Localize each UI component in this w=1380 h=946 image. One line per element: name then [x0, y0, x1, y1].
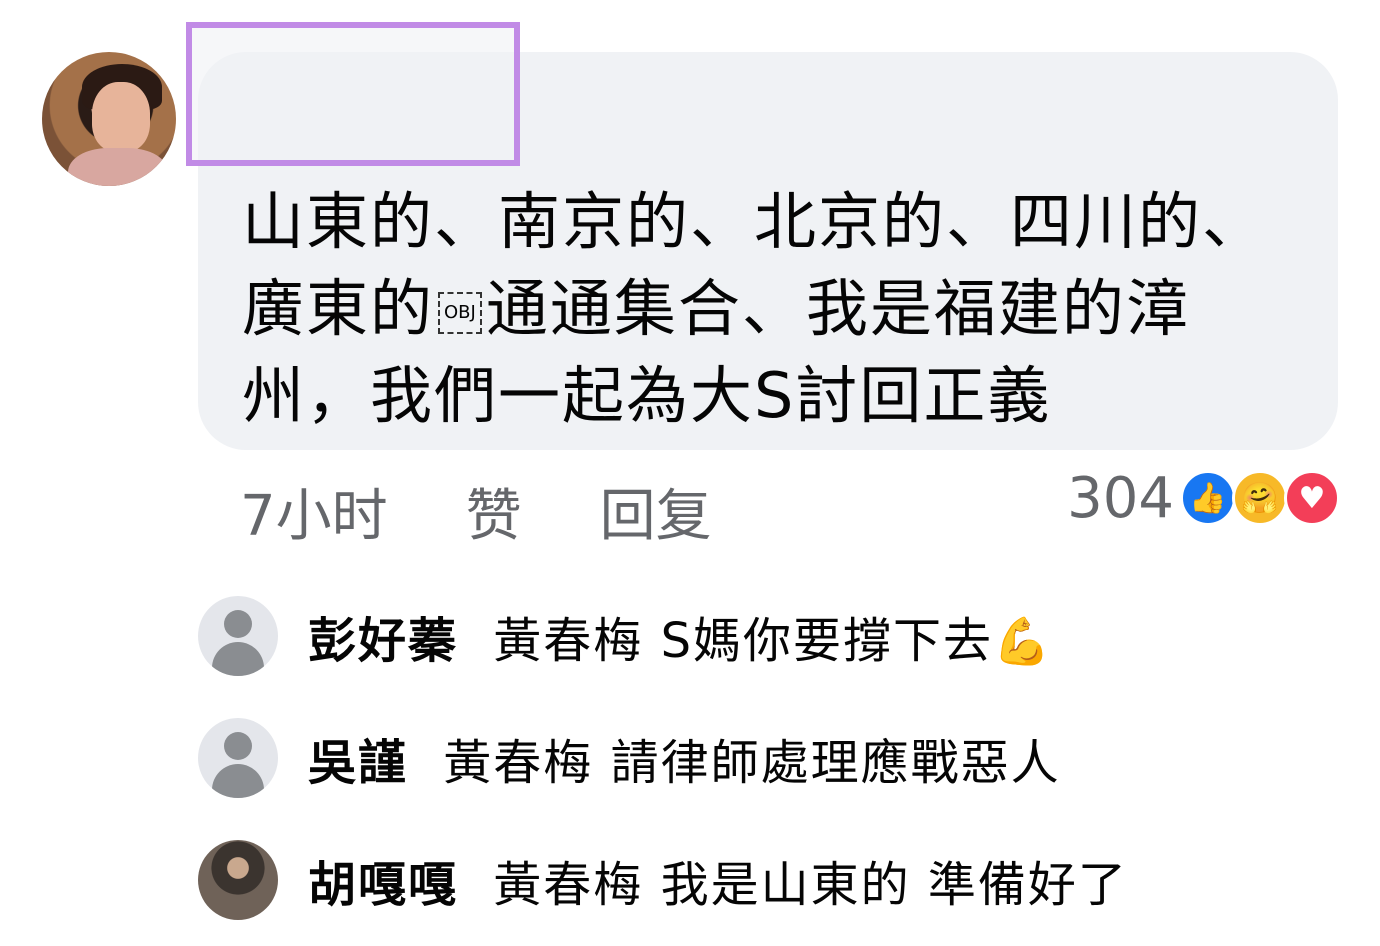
default-avatar-icon[interactable] [198, 718, 278, 798]
like-icon: 👍 [1180, 470, 1236, 526]
reply-item: 胡嘎嘎 黃春梅 我是山東的 準備好了 [198, 840, 1128, 920]
comment-timestamp[interactable]: 7小时 [240, 471, 388, 552]
care-icon: 🤗 [1232, 470, 1288, 526]
flexed-biceps-icon: 💪 [993, 614, 1053, 668]
default-avatar-icon[interactable] [198, 596, 278, 676]
reply-item: 彭好蓁 黃春梅 S媽你要撐下去💪 [198, 596, 1052, 676]
avatar-shirt [68, 148, 168, 186]
reply-body: S媽你要撐下去 [660, 613, 994, 669]
reply-item: 吳謹 黃春梅 請律師處理應戰惡人 [198, 718, 1061, 798]
reply-body: 我是山東的 準備好了 [660, 857, 1128, 913]
reply-text: 彭好蓁 黃春梅 S媽你要撐下去💪 [308, 601, 1052, 671]
reply-button[interactable]: 回复 [600, 471, 712, 552]
reply-author-name[interactable]: 吳謹 [308, 735, 408, 791]
reply-mention[interactable]: 黃春梅 [493, 857, 643, 913]
reply-mention[interactable]: 黃春梅 [443, 735, 593, 791]
user-photo-avatar[interactable] [198, 840, 278, 920]
reaction-summary[interactable]: 304 👍 🤗 ♥ [1067, 465, 1340, 531]
commenter-avatar[interactable] [42, 52, 176, 186]
redacted-name-highlight [186, 22, 520, 166]
comment-actions: 7小时 赞 回复 [240, 476, 712, 549]
reply-text: 胡嘎嘎 黃春梅 我是山東的 準備好了 [308, 845, 1128, 915]
reply-author-name[interactable]: 胡嘎嘎 [308, 857, 458, 913]
obj-placeholder-glyph: OBJ [438, 291, 482, 334]
avatar-face [92, 82, 150, 152]
reaction-count: 304 [1067, 465, 1174, 531]
comment-text: 山東的、南京的、北京的、四川的、廣東的 OBJ 通通集合、我是福建的漳州，我們一起為… [242, 178, 1302, 439]
reply-body: 請律師處理應戰惡人 [610, 735, 1061, 791]
reply-author-name[interactable]: 彭好蓁 [308, 613, 458, 669]
like-button[interactable]: 赞 [466, 471, 522, 552]
love-icon: ♥ [1284, 470, 1340, 526]
reply-mention[interactable]: 黃春梅 [493, 613, 643, 669]
reply-text: 吳謹 黃春梅 請律師處理應戰惡人 [308, 723, 1061, 793]
